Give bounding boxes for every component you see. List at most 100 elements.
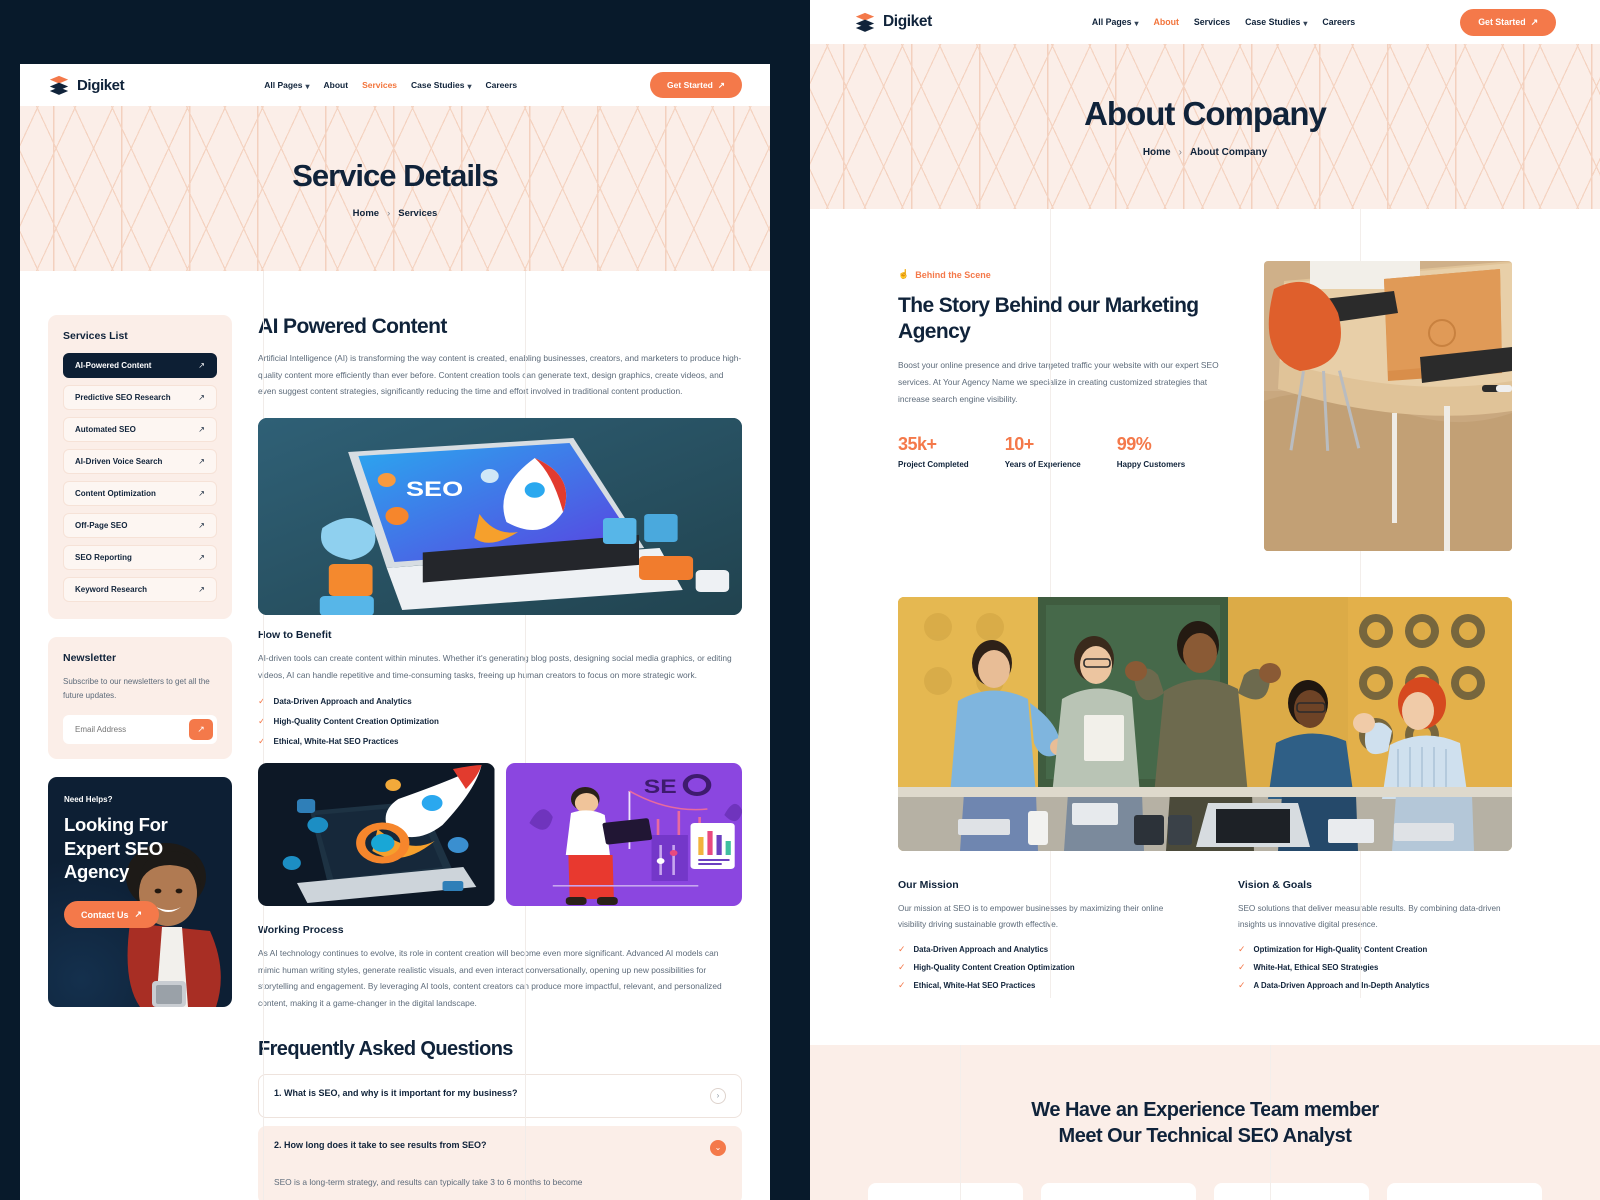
breadcrumb-home[interactable]: Home (353, 208, 379, 219)
faq-heading: Frequently Asked Questions (258, 1037, 513, 1060)
vision-item-label: Optimization for High-Quality Content Cr… (1253, 944, 1428, 954)
team-member-card[interactable] (1387, 1183, 1542, 1200)
list-item: ✓ Optimization for High-Quality Content … (1238, 944, 1512, 955)
sidebar-item-seo-reporting[interactable]: SEO Reporting ↗ (63, 545, 217, 570)
nav-item-all-pages[interactable]: All Pages ▾ (1092, 17, 1139, 28)
get-started-button[interactable]: Get Started ↗ (650, 72, 742, 98)
arrow-up-right-icon: ↗ (198, 585, 205, 594)
help-title: Looking For Expert SEO Agency (64, 814, 168, 883)
faq-item-2[interactable]: 2. How long does it take to see results … (258, 1125, 742, 1200)
vision-goals-column: Vision & Goals SEO solutions that delive… (1238, 879, 1512, 998)
screenshot-stage: Digiket All Pages ▾ About Services Case … (0, 0, 1600, 1200)
check-icon: ✓ (258, 696, 266, 707)
check-icon: ✓ (258, 736, 266, 747)
list-item: ✓ Ethical, White-Hat SEO Practices (258, 736, 742, 747)
nav-label: Case Studies (1245, 17, 1301, 27)
breadcrumb-home[interactable]: Home (1143, 147, 1171, 158)
stats-row: 35k+ Project Completed 10+ Years of Expe… (898, 434, 1234, 469)
team-member-card[interactable] (1214, 1183, 1369, 1200)
page-title: About Company (1084, 95, 1327, 132)
contact-us-button[interactable]: Contact Us ↗ (64, 901, 160, 929)
service-details-page: Digiket All Pages ▾ About Services Case … (20, 64, 770, 1200)
sidebar-item-automated-seo[interactable]: Automated SEO ↗ (63, 417, 217, 442)
faq-question: 2. How long does it take to see results … (274, 1139, 487, 1150)
team-member-card[interactable] (868, 1183, 1023, 1200)
breadcrumb: Home › About Company (1143, 147, 1267, 158)
list-item: ✓ High-Quality Content Creation Optimiza… (258, 716, 742, 727)
vision-item-label: A Data-Driven Approach and In-Depth Anal… (1253, 980, 1430, 990)
service-label: Off-Page SEO (75, 521, 128, 530)
nav-item-all-pages[interactable]: All Pages ▾ (264, 80, 309, 91)
right-navbar: Digiket All Pages ▾ About Services Case … (810, 0, 1600, 44)
chevron-right-icon[interactable]: › (710, 1087, 726, 1104)
service-label: SEO Reporting (75, 553, 132, 562)
check-icon: ✓ (898, 961, 906, 972)
right-hero: About Company Home › About Company (810, 44, 1600, 209)
hand-point-icon: ☝ (898, 269, 910, 279)
stat-value: 35k+ (898, 433, 937, 454)
faq-question: 1. What is SEO, and why is it important … (274, 1087, 518, 1098)
nav-item-careers[interactable]: Careers (485, 80, 517, 90)
benefit-item-label: High-Quality Content Creation Optimizati… (273, 717, 439, 727)
sidebar-item-content-optimization[interactable]: Content Optimization ↗ (63, 481, 217, 506)
nav-item-case-studies[interactable]: Case Studies ▾ (411, 80, 471, 91)
arrow-up-right-icon: ↗ (1530, 16, 1538, 27)
team-member-card[interactable] (1041, 1183, 1196, 1200)
story-text-column: ☝ Behind the Scene The Story Behind our … (898, 261, 1234, 469)
brand-name: Digiket (77, 76, 125, 94)
nav-item-services[interactable]: Services (1194, 17, 1230, 27)
nav-item-about[interactable]: About (324, 80, 349, 90)
services-list-title: Services List (63, 330, 128, 342)
email-input[interactable] (67, 725, 189, 734)
nav-label: Careers (485, 80, 518, 90)
brand-logo[interactable]: Digiket (854, 11, 932, 33)
newsletter-submit-button[interactable]: ↗ (189, 719, 213, 740)
nav-item-case-studies[interactable]: Case Studies ▾ (1245, 17, 1307, 28)
left-navbar: Digiket All Pages ▾ About Services Case … (20, 64, 770, 106)
benefit-item-label: Ethical, White-Hat SEO Practices (273, 737, 399, 747)
get-started-label: Get Started (1478, 17, 1526, 27)
layout-guide-line (960, 1045, 961, 1200)
services-list-card: Services List AI-Powered Content ↗ Predi… (48, 315, 232, 619)
arrow-up-right-icon: ↗ (134, 909, 143, 920)
stat-label: Happy Customers (1116, 459, 1186, 469)
sidebar-item-ai-driven-voice-search[interactable]: AI-Driven Voice Search ↗ (63, 449, 217, 474)
team-section: We Have an Experience Team member Meet O… (810, 1045, 1600, 1200)
get-started-label: Get Started (667, 80, 713, 90)
chevron-down-icon[interactable]: ⌄ (710, 1139, 726, 1156)
check-icon: ✓ (258, 716, 266, 727)
service-label: Automated SEO (75, 425, 136, 434)
digiket-stack-icon (854, 11, 876, 33)
arrow-up-right-icon: ↗ (198, 361, 205, 370)
right-content: ☝ Behind the Scene The Story Behind our … (810, 209, 1600, 998)
brand-logo[interactable]: Digiket (48, 74, 125, 96)
story-kicker-label: Behind the Scene (915, 269, 991, 280)
sidebar-item-keyword-research[interactable]: Keyword Research ↗ (63, 577, 217, 602)
layout-guide-line (1270, 1045, 1271, 1200)
faq-item-1[interactable]: 1. What is SEO, and why is it important … (258, 1073, 742, 1118)
team-celebration-photo (898, 597, 1512, 851)
left-nav-links: All Pages ▾ About Services Case Studies … (264, 80, 517, 91)
chevron-down-icon: ▾ (1134, 18, 1139, 28)
service-label: AI-Powered Content (75, 361, 152, 370)
left-main-column: AI Powered Content Artificial Intelligen… (258, 315, 742, 1200)
story-kicker: ☝ Behind the Scene (898, 269, 1234, 280)
nav-item-about[interactable]: About (1154, 17, 1179, 27)
newsletter-description: Subscribe to our newsletters to get all … (63, 677, 210, 700)
sidebar-item-off-page-seo[interactable]: Off-Page SEO ↗ (63, 513, 217, 538)
process-heading: Working Process (258, 924, 344, 937)
desk-photo (1264, 261, 1512, 551)
help-kicker: Need Helps? (64, 795, 113, 804)
seo-laptop-illustration: SEO (258, 417, 742, 615)
chevron-right-icon: › (1178, 147, 1182, 158)
get-started-button[interactable]: Get Started ↗ (1460, 8, 1556, 36)
nav-item-services[interactable]: Services (362, 80, 397, 90)
nav-label: Case Studies (411, 80, 465, 90)
nav-label: Services (362, 80, 398, 90)
mission-text: Our mission at SEO is to empower busines… (898, 904, 1164, 929)
newsletter-form: ↗ (63, 715, 217, 744)
stat-value: 99% (1116, 433, 1152, 454)
sidebar-item-predictive-seo-research[interactable]: Predictive SEO Research ↗ (63, 385, 217, 410)
nav-item-careers[interactable]: Careers (1322, 17, 1355, 27)
sidebar-item-ai-powered-content[interactable]: AI-Powered Content ↗ (63, 353, 217, 378)
